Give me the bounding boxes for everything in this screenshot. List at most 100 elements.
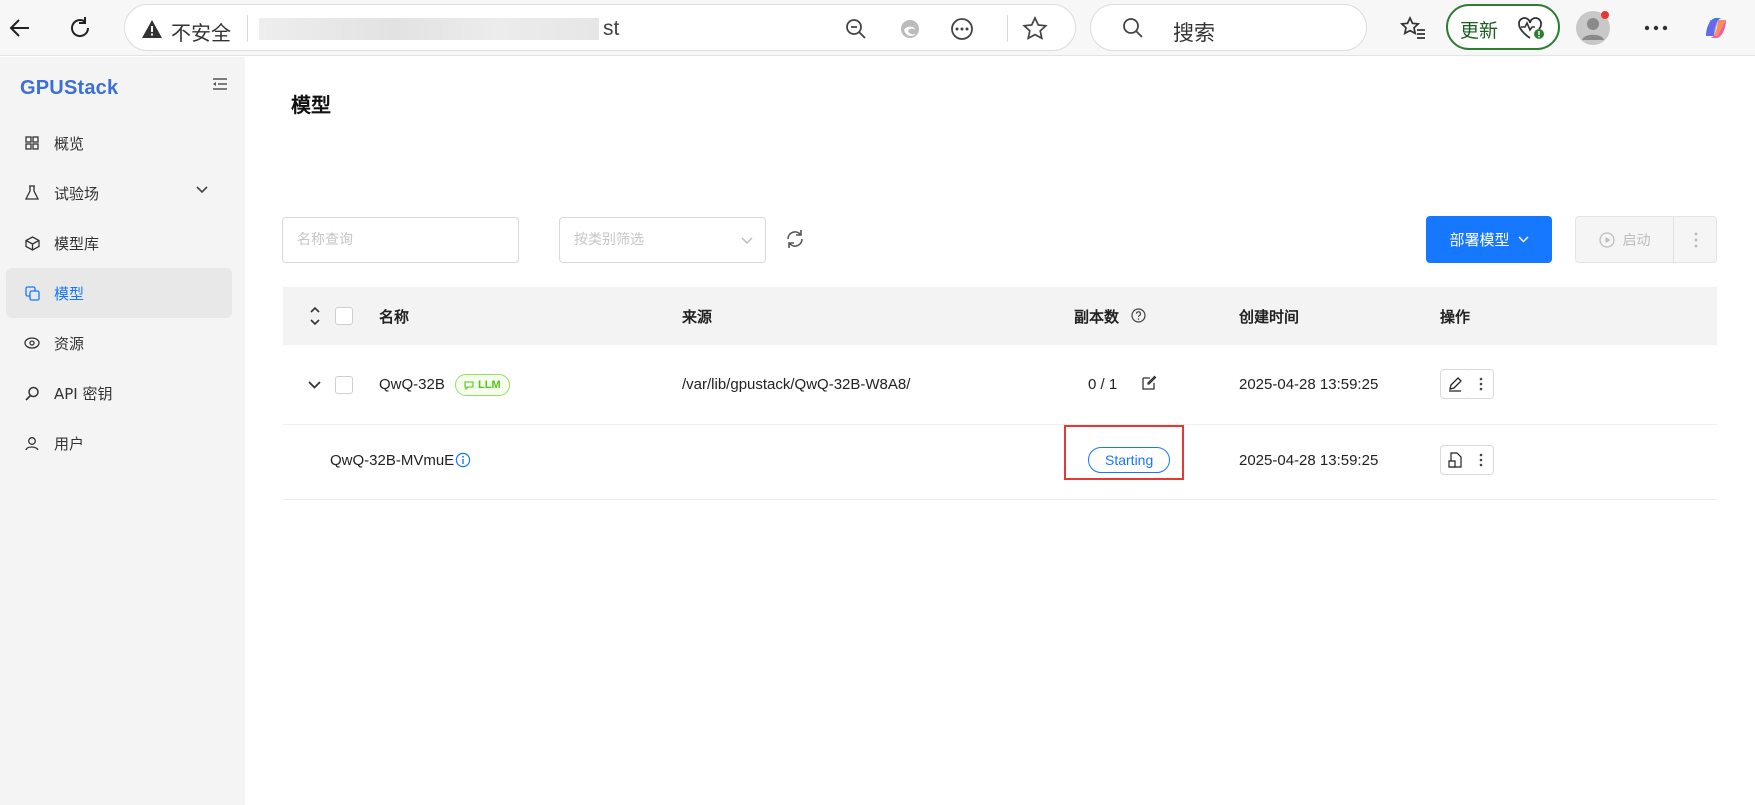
row-checkbox[interactable]	[335, 376, 353, 394]
sidebar-item-users[interactable]: 用户	[6, 418, 232, 468]
settings-more-button[interactable]	[1636, 8, 1676, 48]
menu-fold-icon	[213, 78, 227, 90]
flask-icon	[24, 185, 40, 201]
warning-icon	[142, 20, 162, 38]
row-more-button[interactable]	[1468, 369, 1494, 399]
sidebar-item-label: 概览	[54, 134, 85, 153]
update-label: 更新	[1460, 20, 1499, 42]
edge-icon	[901, 20, 919, 38]
column-name: 名称	[379, 308, 410, 326]
search-placeholder: 搜索	[1173, 21, 1215, 45]
vertical-ellipsis-icon	[1694, 232, 1697, 247]
url-text[interactable]: st	[603, 17, 619, 41]
chevron-down-icon	[741, 237, 753, 244]
instance-more-button[interactable]	[1468, 445, 1494, 475]
back-arrow-icon	[9, 19, 29, 37]
copilot-icon	[1706, 18, 1726, 38]
sidebar-item-api-keys[interactable]: API 密钥	[6, 368, 232, 418]
zoom-out-icon	[846, 19, 866, 39]
back-button[interactable]	[0, 8, 40, 48]
browser-search-box[interactable]: 搜索	[1090, 4, 1367, 51]
deploy-model-label: 部署模型	[1449, 231, 1510, 249]
sidebar-item-model-catalog[interactable]: 模型库	[6, 218, 232, 268]
key-icon	[24, 385, 40, 401]
instance-name: QwQ-32B-MVmuE	[330, 452, 455, 469]
created-time: 2025-04-28 13:59:25	[1239, 452, 1379, 469]
update-button[interactable]: 更新	[1446, 4, 1560, 50]
sidebar-item-resources[interactable]: 资源	[6, 318, 232, 368]
blurred-url	[259, 18, 599, 40]
refresh-button[interactable]	[783, 227, 807, 256]
address-bar[interactable]: 不安全 st	[124, 4, 1076, 51]
model-name: QwQ-32B	[379, 376, 445, 393]
favorites-button[interactable]	[1393, 8, 1433, 48]
grid-icon	[24, 135, 40, 151]
table-header: 名称 来源 副本数 创建时间 操作	[283, 287, 1717, 345]
category-tag-label: LLM	[478, 379, 501, 391]
sidebar-item-playground[interactable]: 试验场	[6, 168, 232, 218]
models-table: 名称 来源 副本数 创建时间 操作 QwQ-32B LLM /var/lib/g…	[283, 287, 1717, 500]
sidebar-item-label: 试验场	[54, 184, 100, 203]
address-separator	[247, 15, 248, 42]
favorite-button[interactable]	[1020, 14, 1050, 44]
sidebar-item-label: 模型	[54, 284, 85, 303]
vertical-ellipsis-icon	[1479, 377, 1482, 391]
start-label: 启动	[1622, 232, 1651, 249]
created-time: 2025-04-28 13:59:25	[1239, 376, 1379, 393]
highlight-box	[1064, 425, 1184, 480]
user-icon	[24, 435, 40, 451]
batch-more-button[interactable]	[1674, 217, 1717, 262]
reload-icon	[71, 17, 90, 37]
browser-toolbar: 不安全 st 搜索 更新	[0, 0, 1755, 56]
more-page-button[interactable]	[947, 14, 977, 44]
star-icon	[1022, 16, 1048, 40]
refresh-icon	[787, 230, 803, 248]
column-replicas: 副本数	[1074, 308, 1120, 326]
insecure-label[interactable]: 不安全	[171, 17, 231, 46]
name-search-input[interactable]	[283, 218, 518, 262]
deploy-model-button[interactable]: 部署模型	[1426, 216, 1552, 263]
resources-icon	[24, 335, 40, 351]
avatar-icon	[1576, 11, 1610, 45]
start-button[interactable]: 启动	[1576, 217, 1673, 262]
gpustack-logo[interactable]: GPUStack	[20, 77, 118, 100]
category-tag: LLM	[455, 374, 510, 396]
sidebar-item-overview[interactable]: 概览	[6, 118, 232, 168]
batch-actions: 启动	[1575, 216, 1717, 263]
page-title: 模型	[291, 93, 331, 117]
name-search-field[interactable]	[282, 217, 519, 263]
address-separator-2	[1007, 15, 1008, 42]
copilot-button[interactable]	[1696, 8, 1736, 48]
sidebar-item-models[interactable]: 模型	[6, 268, 232, 318]
chevron-down-icon[interactable]	[308, 381, 321, 390]
edge-extension-button[interactable]	[895, 14, 925, 44]
edit-button[interactable]	[1440, 369, 1470, 399]
collapse-sidebar-button[interactable]	[212, 77, 228, 96]
chevron-down-icon	[1518, 236, 1528, 243]
main-content: 模型 部署模型 启动 名称 来源 副本数 创建时间 操作	[245, 57, 1755, 805]
expand-all-icon[interactable]	[309, 307, 321, 325]
sidebar-item-label: 用户	[54, 434, 85, 453]
ellipsis-icon	[1644, 25, 1668, 31]
sidebar-menu: 概览 试验场 模型库 模型 资源 API 密钥 用户	[6, 118, 232, 468]
view-logs-button[interactable]	[1440, 445, 1470, 475]
column-source: 来源	[682, 308, 713, 326]
model-source: /var/lib/gpustack/QwQ-32B-W8A8/	[682, 376, 911, 393]
models-icon	[24, 285, 40, 301]
info-circle-icon[interactable]	[455, 452, 471, 468]
instance-row: QwQ-32B-MVmuE Starting 2025-04-28 13:59:…	[283, 425, 1717, 500]
sidebar-item-label: 模型库	[54, 234, 100, 253]
play-circle-icon	[1598, 231, 1615, 248]
select-all-checkbox[interactable]	[335, 307, 353, 325]
column-actions: 操作	[1440, 308, 1471, 326]
column-created: 创建时间	[1239, 308, 1300, 326]
category-filter-select[interactable]	[559, 217, 766, 263]
file-log-icon	[1448, 452, 1462, 468]
reload-button[interactable]	[60, 8, 100, 48]
profile-button[interactable]	[1573, 8, 1613, 48]
question-circle-icon[interactable]	[1131, 308, 1146, 323]
edit-replicas-icon[interactable]	[1141, 375, 1157, 391]
zoom-out-button[interactable]	[841, 14, 871, 44]
vertical-ellipsis-icon	[1479, 453, 1482, 467]
category-filter-input[interactable]	[560, 218, 765, 262]
